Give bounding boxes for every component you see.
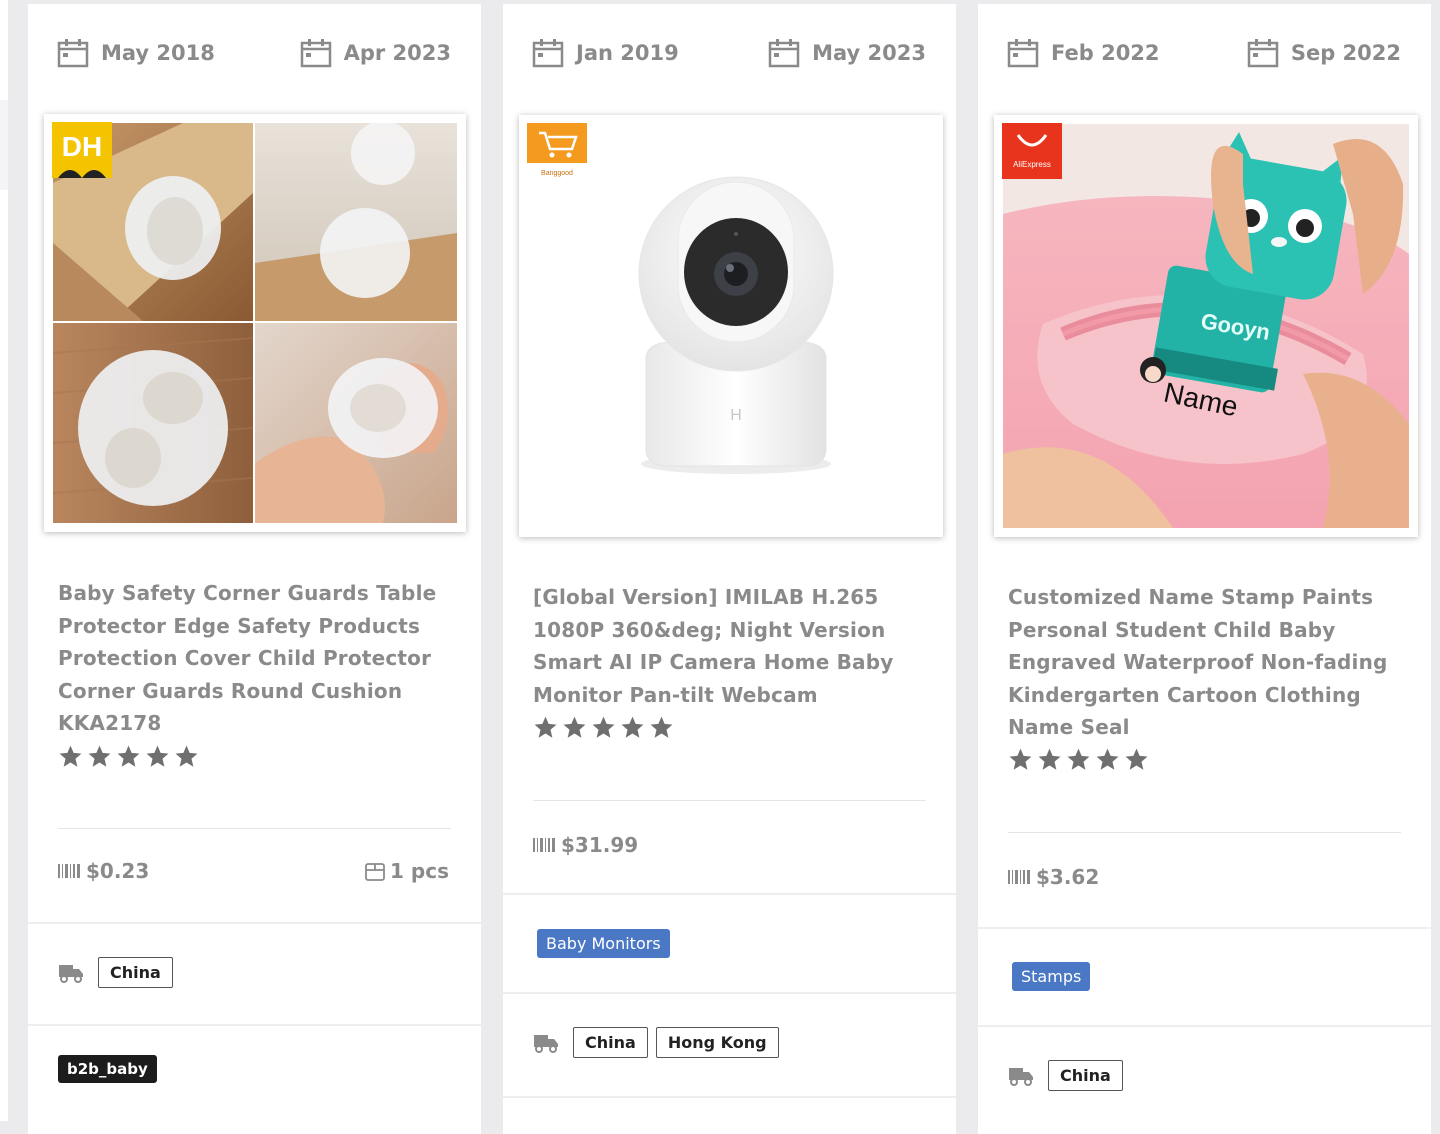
- min-quantity: 1 pcs: [364, 859, 449, 883]
- ship-from: China Hong Kong: [533, 1027, 779, 1058]
- svg-text:Banggood: Banggood: [541, 170, 573, 177]
- star-icon: [621, 716, 644, 738]
- source-tag[interactable]: b2b_baby: [58, 1055, 157, 1083]
- package-icon: [365, 863, 385, 881]
- calendar-icon: [57, 38, 89, 68]
- product-image[interactable]: DH: [44, 114, 466, 532]
- star-icon: [1038, 748, 1061, 770]
- svg-text:AliExpress: AliExpress: [1013, 160, 1051, 169]
- price-value: $3.62: [1036, 865, 1100, 889]
- star-icon: [1009, 748, 1032, 770]
- calendar-icon: [1007, 38, 1039, 68]
- product-image[interactable]: AliExpress Gooyn Name: [994, 115, 1418, 537]
- product-title[interactable]: Customized Name Stamp Paints Personal St…: [1008, 581, 1403, 744]
- star-icon: [1125, 748, 1148, 770]
- star-icon: [117, 745, 140, 767]
- dhgate-store-logo: DH: [52, 122, 112, 178]
- last-seen-date: May 2023: [812, 41, 926, 65]
- svg-text:DH: DH: [62, 131, 102, 162]
- product-title[interactable]: Baby Safety Corner Guards Table Protecto…: [58, 577, 453, 740]
- rating-stars: [58, 744, 199, 769]
- rating-stars: [533, 715, 674, 740]
- country-chip[interactable]: China: [573, 1027, 648, 1058]
- product-image[interactable]: Banggood H: [519, 115, 943, 537]
- product-card[interactable]: Jan 2019 May 2023 Banggood H [Global Ver…: [503, 4, 956, 1134]
- date-range: Feb 2022 Sep 2022: [1007, 38, 1401, 74]
- banggood-store-logo: Banggood: [527, 123, 587, 179]
- star-icon: [1067, 748, 1090, 770]
- ship-from: China: [1008, 1060, 1123, 1091]
- quantity-value: 1 pcs: [390, 859, 449, 883]
- star-icon: [88, 745, 111, 767]
- barcode-icon: [533, 838, 555, 852]
- product-title[interactable]: [Global Version] IMILAB H.265 1080P 360&…: [533, 581, 928, 711]
- ship-from: China: [58, 957, 173, 988]
- category-tag[interactable]: Baby Monitors: [537, 929, 670, 958]
- product-grid: May 2018 Apr 2023 DH Baby Safety Corner …: [0, 0, 1440, 1134]
- price: $31.99: [533, 833, 638, 857]
- date-range: May 2018 Apr 2023: [57, 38, 451, 74]
- price: $3.62: [1008, 865, 1099, 889]
- barcode-icon: [58, 864, 80, 878]
- first-seen-date: May 2018: [101, 41, 215, 65]
- country-chip[interactable]: China: [98, 957, 173, 988]
- truck-icon: [59, 964, 83, 983]
- category-tag[interactable]: Stamps: [1012, 962, 1091, 991]
- first-seen-date: Feb 2022: [1051, 41, 1160, 65]
- product-card[interactable]: May 2018 Apr 2023 DH Baby Safety Corner …: [28, 4, 481, 1134]
- star-icon: [592, 716, 615, 738]
- price: $0.23: [58, 859, 149, 883]
- last-seen-date: Apr 2023: [343, 41, 451, 65]
- barcode-icon: [1008, 870, 1030, 884]
- star-icon: [563, 716, 586, 738]
- aliexpress-store-logo: AliExpress: [1002, 123, 1062, 179]
- country-chip[interactable]: China: [1048, 1060, 1123, 1091]
- calendar-icon: [532, 38, 564, 68]
- country-chip[interactable]: Hong Kong: [655, 1027, 779, 1058]
- last-seen-date: Sep 2022: [1290, 41, 1401, 65]
- star-icon: [59, 745, 82, 767]
- date-range: Jan 2019 May 2023: [532, 38, 926, 74]
- calendar-icon: [1247, 38, 1279, 68]
- price-value: $31.99: [561, 833, 639, 857]
- calendar-icon: [300, 38, 332, 68]
- star-icon: [146, 745, 169, 767]
- rating-stars: [1008, 747, 1149, 772]
- calendar-icon: [768, 38, 800, 68]
- left-edge: [0, 0, 8, 1121]
- first-seen-date: Jan 2019: [576, 41, 679, 65]
- product-card[interactable]: Feb 2022 Sep 2022 AliExpress Gooyn Name …: [978, 4, 1431, 1134]
- star-icon: [534, 716, 557, 738]
- star-icon: [175, 745, 198, 767]
- price-value: $0.23: [86, 859, 150, 883]
- truck-icon: [1009, 1067, 1033, 1086]
- star-icon: [1096, 748, 1119, 770]
- svg-text:H: H: [730, 407, 742, 424]
- truck-icon: [534, 1034, 558, 1053]
- star-icon: [650, 716, 673, 738]
